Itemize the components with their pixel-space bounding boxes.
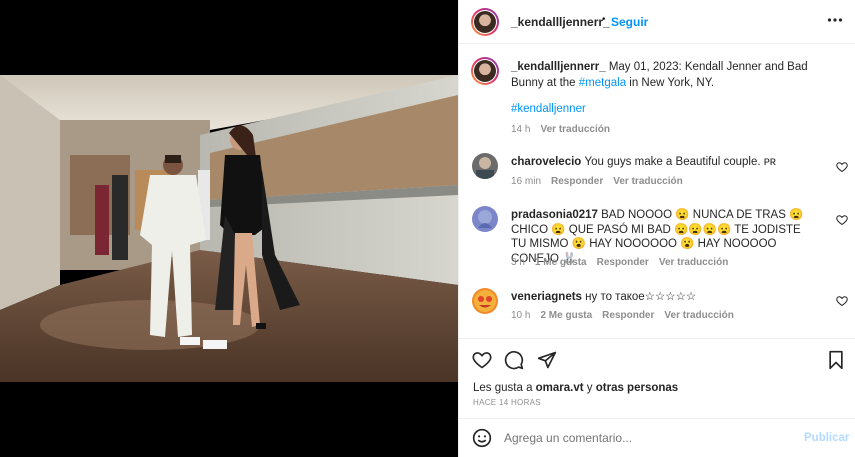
comment-translate-link[interactable]: Ver traducción bbox=[659, 257, 728, 268]
comment-like-heart-icon[interactable] bbox=[836, 160, 848, 173]
comment-username[interactable]: pradasonia0217 bbox=[511, 209, 598, 221]
likes-user-link[interactable]: omara.vt bbox=[536, 382, 584, 394]
caption-translate-link[interactable]: Ver traducción bbox=[540, 124, 609, 135]
comment-translate-link[interactable]: Ver traducción bbox=[613, 176, 682, 187]
emoji-icon[interactable] bbox=[472, 428, 492, 448]
comment-like-heart-icon[interactable] bbox=[836, 294, 848, 307]
comment-username[interactable]: veneriagnets bbox=[511, 291, 582, 303]
caption-time: 14 h bbox=[511, 124, 531, 135]
caption-hashtag-metgala[interactable]: #metgala bbox=[579, 77, 626, 89]
comment-time: 3 h bbox=[511, 257, 525, 268]
bookmark-icon[interactable] bbox=[827, 350, 845, 370]
author-username[interactable]: _kendallljennerr_ bbox=[511, 15, 610, 29]
comment-meta: 3 h 1 Me gusta Responder Ver traducción bbox=[511, 257, 738, 268]
comment-body: charovelecio You guys make a Beautiful c… bbox=[511, 155, 811, 169]
comment-avatar[interactable] bbox=[472, 153, 498, 179]
likes-summary: Les gusta a omara.vt y otras personas bbox=[473, 382, 678, 394]
more-options-icon[interactable] bbox=[827, 12, 843, 28]
likes-prefix: Les gusta a bbox=[473, 382, 536, 394]
comment-input[interactable] bbox=[504, 428, 784, 448]
share-icon[interactable] bbox=[537, 350, 557, 370]
comment-body: veneriagnets ну то такое☆☆☆☆☆ bbox=[511, 290, 811, 304]
comment-username[interactable]: charovelecio bbox=[511, 156, 581, 168]
follow-button[interactable]: Seguir bbox=[611, 15, 648, 29]
caption-meta: 14 h Ver traducción bbox=[511, 124, 620, 135]
heart-icon[interactable] bbox=[472, 350, 492, 370]
caption-text: _kendallljennerr_ May 01, 2023: Kendall … bbox=[511, 59, 841, 91]
post-timestamp[interactable]: HACE 14 HORAS bbox=[473, 398, 541, 407]
post-photo[interactable] bbox=[0, 75, 458, 382]
author-avatar[interactable] bbox=[471, 8, 499, 36]
likes-mid: y bbox=[583, 382, 596, 394]
caption-username[interactable]: _kendallljennerr_ bbox=[511, 61, 606, 73]
comment-icon[interactable] bbox=[504, 350, 524, 370]
comment-composer: Publicar bbox=[459, 418, 855, 457]
separator-dot: • bbox=[602, 14, 606, 25]
caption-author-avatar[interactable] bbox=[471, 57, 499, 85]
likes-others-link[interactable]: otras personas bbox=[596, 382, 678, 394]
comment-likes[interactable]: 2 Me gusta bbox=[540, 310, 592, 321]
comment-time: 16 min bbox=[511, 176, 542, 187]
comment-meta: 16 min Responder Ver traducción bbox=[511, 176, 693, 187]
comment-time: 10 h bbox=[511, 310, 531, 321]
comment-avatar[interactable] bbox=[472, 288, 498, 314]
post-actions-bar bbox=[459, 338, 855, 370]
post-side-panel: _kendallljennerr_ • Seguir _kendallljenn… bbox=[458, 0, 855, 457]
comment-reply-button[interactable]: Responder bbox=[551, 176, 603, 187]
comment-reply-button[interactable]: Responder bbox=[602, 310, 654, 321]
comment-translate-link[interactable]: Ver traducción bbox=[664, 310, 733, 321]
comment-likes[interactable]: 1 Me gusta bbox=[535, 257, 587, 268]
comment-like-heart-icon[interactable] bbox=[836, 213, 848, 226]
publish-button[interactable]: Publicar bbox=[804, 432, 849, 444]
post-header: _kendallljennerr_ • Seguir bbox=[459, 0, 855, 44]
comment-reply-button[interactable]: Responder bbox=[597, 257, 649, 268]
comment-meta: 10 h 2 Me gusta Responder Ver traducción bbox=[511, 310, 744, 321]
comment-text: ну то такое☆☆☆☆☆ bbox=[585, 291, 697, 303]
caption-hashtag-kendalljenner[interactable]: #kendalljenner bbox=[511, 103, 586, 115]
post-photo-image bbox=[0, 75, 458, 382]
comment-avatar[interactable] bbox=[472, 206, 498, 232]
comment-text: You guys make a Beautiful couple. ᴘʀ bbox=[584, 156, 776, 168]
caption-body-post: in New York, NY. bbox=[626, 77, 715, 89]
post-media[interactable] bbox=[0, 0, 458, 457]
